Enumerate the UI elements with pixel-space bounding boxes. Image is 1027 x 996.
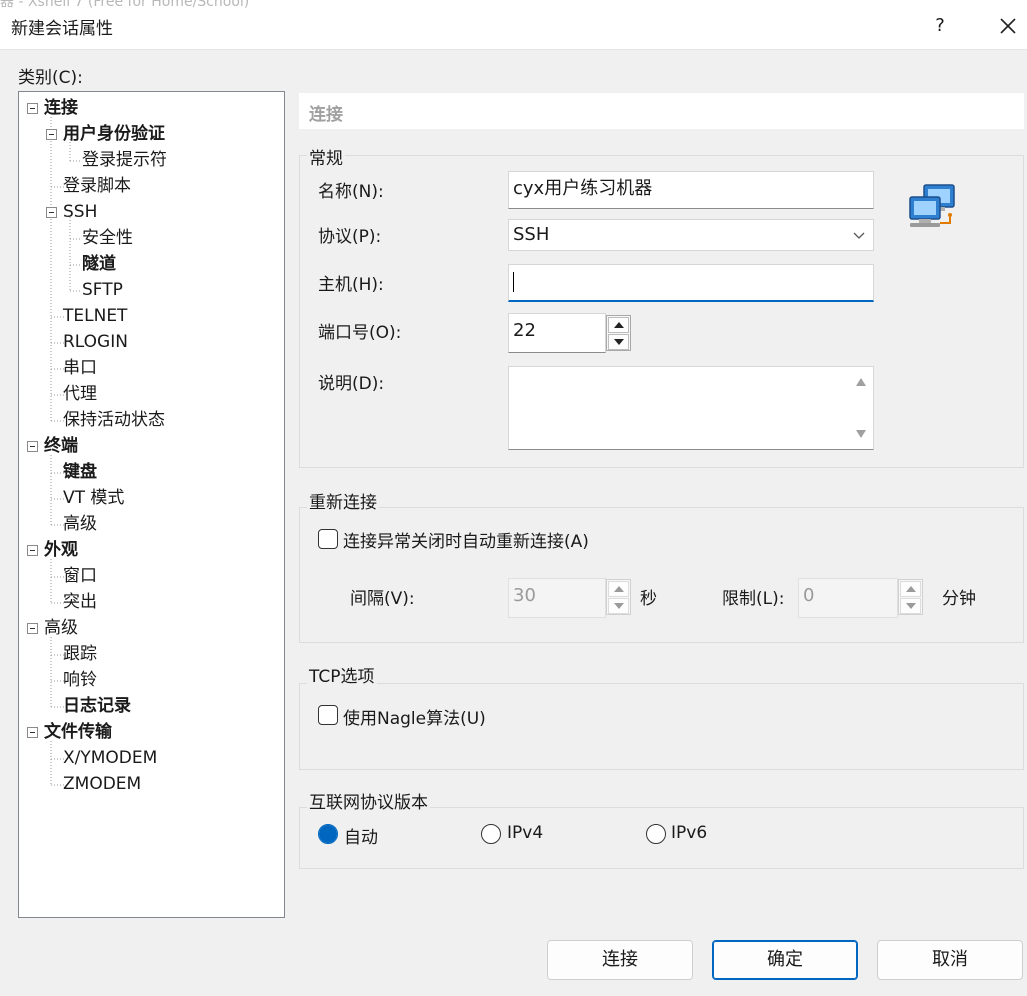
description-label: 说明(D): <box>318 374 385 394</box>
limit-spinner[interactable] <box>898 579 923 615</box>
tree-item-sftp[interactable]: SFTP <box>82 278 123 303</box>
dialog-title: 新建会话属性 <box>11 19 113 39</box>
tree-connector-lines <box>50 117 82 786</box>
interval-unit: 秒 <box>640 589 657 609</box>
help-button[interactable]: ? <box>925 12 955 40</box>
collapse-icon[interactable] <box>27 103 38 114</box>
tree-item-connection[interactable]: 连接 <box>44 96 78 121</box>
ipv6-radio[interactable] <box>646 824 666 844</box>
port-spin-down[interactable] <box>608 334 629 350</box>
scroll-down-icon[interactable] <box>855 429 867 439</box>
collapse-icon[interactable] <box>27 727 38 738</box>
host-label: 主机(H): <box>318 275 384 295</box>
ipv4-radio[interactable] <box>481 824 501 844</box>
tree-item-logging[interactable]: 日志记录 <box>63 694 131 719</box>
interval-spinner[interactable] <box>606 579 631 615</box>
port-input[interactable]: 22 <box>508 313 606 353</box>
port-label: 端口号(O): <box>318 323 402 343</box>
protocol-label: 协议(P): <box>318 227 382 247</box>
section-header: 连接 <box>299 93 1024 129</box>
limit-unit: 分钟 <box>942 589 976 609</box>
general-group-title: 常规 <box>307 144 345 169</box>
tree-item-appearance[interactable]: 外观 <box>44 538 78 563</box>
ip-auto-label[interactable]: 自动 <box>344 823 378 848</box>
description-textarea[interactable] <box>508 366 874 450</box>
port-spin-up[interactable] <box>608 317 629 333</box>
collapse-icon[interactable] <box>27 623 38 634</box>
tree-item-proxy[interactable]: 代理 <box>63 382 97 407</box>
tree-item-xymodem[interactable]: X/YMODEM <box>63 746 157 771</box>
tree-item-tunnel[interactable]: 隧道 <box>82 252 116 277</box>
host-input[interactable] <box>508 264 874 302</box>
close-button[interactable] <box>992 10 1024 42</box>
tcp-options-group-title: TCP选项 <box>307 662 377 687</box>
tree-item-serial[interactable]: 串口 <box>63 356 97 381</box>
tree-item-file-transfer[interactable]: 文件传输 <box>44 720 112 745</box>
ip-version-group-title: 互联网协议版本 <box>307 788 430 813</box>
tree-item-keepalive[interactable]: 保持活动状态 <box>63 408 165 433</box>
triangle-down-icon <box>614 339 624 345</box>
triangle-down-icon <box>614 603 624 609</box>
tree-item-telnet[interactable]: TELNET <box>63 304 127 329</box>
nagle-label[interactable]: 使用Nagle算法(U) <box>343 704 486 729</box>
interval-input[interactable]: 30 <box>508 578 606 618</box>
close-icon <box>1000 18 1016 34</box>
tree-item-login-script[interactable]: 登录脚本 <box>63 174 131 199</box>
port-spinner[interactable] <box>606 315 631 351</box>
tree-item-terminal-advanced[interactable]: 高级 <box>63 512 97 537</box>
triangle-up-icon <box>614 322 624 328</box>
tree-item-trace[interactable]: 跟踪 <box>63 642 97 667</box>
name-input[interactable]: cyx用户练习机器 <box>508 171 874 209</box>
limit-input[interactable]: 0 <box>798 578 898 618</box>
triangle-down-icon <box>906 603 916 609</box>
limit-spin-down[interactable] <box>900 598 921 614</box>
tree-item-keyboard[interactable]: 键盘 <box>63 460 97 485</box>
tree-item-ssh[interactable]: SSH <box>63 200 97 225</box>
tree-item-terminal[interactable]: 终端 <box>44 434 78 459</box>
text-caret <box>513 272 514 292</box>
nagle-checkbox[interactable] <box>318 705 338 725</box>
section-header-title: 连接 <box>309 105 343 125</box>
limit-label: 限制(L): <box>722 589 785 609</box>
chevron-down-icon <box>853 232 865 239</box>
ipv4-label[interactable]: IPv4 <box>507 823 543 843</box>
protocol-select-value: SSH <box>513 224 550 245</box>
title-bar: 器 - Xshell 7 (Free for Home/School) 新建会话… <box>0 0 1027 50</box>
tree-item-highlight[interactable]: 突出 <box>63 590 97 615</box>
background-window-title: 器 - Xshell 7 (Free for Home/School) <box>0 0 250 10</box>
triangle-up-icon <box>906 586 916 592</box>
scroll-up-icon[interactable] <box>855 377 867 387</box>
name-label: 名称(N): <box>318 182 384 202</box>
collapse-icon[interactable] <box>46 129 57 140</box>
ip-auto-radio[interactable] <box>318 824 338 844</box>
tree-item-window[interactable]: 窗口 <box>63 564 97 589</box>
reconnect-group-title: 重新连接 <box>307 488 379 513</box>
interval-label: 间隔(V): <box>350 589 415 609</box>
tree-item-login-prompt[interactable]: 登录提示符 <box>82 148 167 173</box>
protocol-select[interactable]: SSH <box>508 219 874 251</box>
interval-spin-up[interactable] <box>608 581 629 597</box>
auto-reconnect-label[interactable]: 连接异常关闭时自动重新连接(A) <box>343 527 589 552</box>
collapse-icon[interactable] <box>46 207 57 218</box>
collapse-icon[interactable] <box>27 441 38 452</box>
connect-button[interactable]: 连接 <box>547 940 693 980</box>
tree-item-bell[interactable]: 响铃 <box>63 668 97 693</box>
ipv6-label[interactable]: IPv6 <box>671 823 707 843</box>
tree-item-user-auth[interactable]: 用户身份验证 <box>63 122 165 147</box>
tree-item-zmodem[interactable]: ZMODEM <box>63 772 141 797</box>
limit-spin-up[interactable] <box>900 581 921 597</box>
category-label: 类别(C): <box>18 68 83 88</box>
ok-button[interactable]: 确定 <box>712 940 858 980</box>
collapse-icon[interactable] <box>27 545 38 556</box>
tree-item-security[interactable]: 安全性 <box>82 226 133 251</box>
triangle-up-icon <box>614 586 624 592</box>
interval-spin-down[interactable] <box>608 598 629 614</box>
category-tree[interactable]: 连接 用户身份验证 登录提示符 登录脚本 SSH 安全性 隧道 SFTP TEL… <box>18 91 285 918</box>
tree-item-advanced[interactable]: 高级 <box>44 616 78 641</box>
network-computers-icon <box>909 184 955 227</box>
cancel-button[interactable]: 取消 <box>877 940 1023 980</box>
tree-item-vt-mode[interactable]: VT 模式 <box>63 486 124 511</box>
tree-item-rlogin[interactable]: RLOGIN <box>63 330 128 355</box>
auto-reconnect-checkbox[interactable] <box>318 529 338 549</box>
